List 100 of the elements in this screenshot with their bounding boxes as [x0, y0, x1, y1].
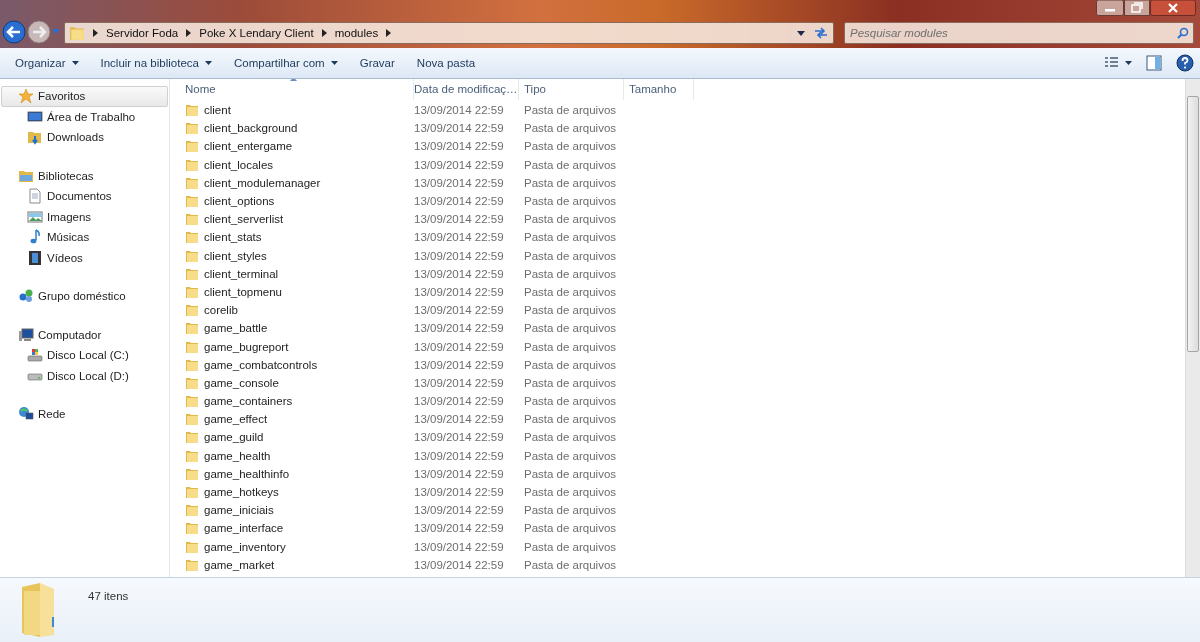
- type-cell-text: Pasta de arquivos: [523, 231, 618, 244]
- file-name[interactable]: client_terminal: [185, 266, 414, 281]
- file-name[interactable]: game_combatcontrols: [185, 357, 414, 372]
- sidebar-item[interactable]: Favoritos: [1, 86, 168, 107]
- toolbar-button[interactable]: Gravar: [350, 53, 404, 73]
- folder-icon: [185, 394, 199, 409]
- file-name[interactable]: game_bugreport: [185, 339, 414, 354]
- type-cell-text: Pasta de arquivos: [523, 322, 618, 335]
- folder-icon: [185, 357, 199, 372]
- folder-icon: [185, 485, 199, 500]
- date-cell-text: 13/09/2014 22:59: [414, 340, 505, 353]
- file-name[interactable]: game_guild: [185, 430, 414, 445]
- address-bar[interactable]: Servidor Foda Poke X Lendary Client modules: [64, 22, 834, 44]
- toolbar-button[interactable]: Nova pasta: [407, 53, 485, 73]
- toolbar-button[interactable]: Incluir na biblioteca: [91, 53, 221, 73]
- breadcrumb[interactable]: Poke X Lendary Client: [199, 27, 314, 39]
- refresh-icon[interactable]: [813, 25, 829, 41]
- file-name[interactable]: game_battle: [185, 321, 414, 336]
- chevron-icon: [386, 29, 392, 37]
- preview-pane-icon[interactable]: [1146, 55, 1162, 71]
- sidebar-item[interactable]: Disco Local (C:): [1, 345, 168, 366]
- type-cell-text: Pasta de arquivos: [523, 249, 618, 262]
- date-cell-text: 13/09/2014 22:59: [414, 267, 505, 280]
- folder-icon: [185, 266, 199, 281]
- type-cell-text: Pasta de arquivos: [523, 358, 618, 371]
- maximize-button[interactable]: [1124, 0, 1150, 16]
- column-header[interactable]: Nome: [185, 79, 414, 100]
- file-name[interactable]: client_background: [185, 121, 414, 136]
- sidebar-item[interactable]: Grupo doméstico: [1, 286, 168, 307]
- type-cell-text: Pasta de arquivos: [523, 467, 618, 480]
- sidebar-item[interactable]: Imagens: [1, 206, 168, 227]
- file-name[interactable]: client_entergame: [185, 139, 414, 154]
- sidebar-item[interactable]: Documentos: [1, 186, 168, 207]
- breadcrumb[interactable]: Servidor Foda: [106, 27, 179, 39]
- file-name[interactable]: corelib: [185, 303, 414, 318]
- forward-button[interactable]: [27, 20, 51, 44]
- file-name[interactable]: client_locales: [185, 157, 414, 172]
- file-name[interactable]: client_options: [185, 194, 414, 209]
- file-name[interactable]: game_console: [185, 375, 414, 390]
- item-count: 47 itens: [88, 590, 129, 604]
- type-cell-text: Pasta de arquivos: [523, 540, 618, 553]
- date-cell-text: 13/09/2014 22:59: [414, 376, 505, 389]
- column-header[interactable]: Tamanho: [624, 79, 694, 100]
- sidebar-item[interactable]: Bibliotecas: [1, 165, 168, 186]
- type-cell-text: Pasta de arquivos: [523, 449, 618, 462]
- folder-icon: [185, 557, 199, 572]
- sidebar-item[interactable]: Músicas: [1, 227, 168, 248]
- folder-download-icon: [27, 129, 43, 146]
- type-cell-text: Pasta de arquivos: [523, 340, 618, 353]
- file-name[interactable]: game_market: [185, 557, 414, 572]
- date-cell-text: 13/09/2014 22:59: [414, 558, 505, 571]
- sidebar-item[interactable]: Vídeos: [1, 247, 168, 268]
- file-name[interactable]: game_inventory: [185, 539, 414, 554]
- file-name[interactable]: client_topmenu: [185, 284, 414, 299]
- minimize-button[interactable]: [1096, 0, 1124, 16]
- date-cell-text: 13/09/2014 22:59: [414, 449, 505, 462]
- file-name[interactable]: client_serverlist: [185, 212, 414, 227]
- file-name[interactable]: game_containers: [185, 394, 414, 409]
- folder-icon: [185, 448, 199, 463]
- date-cell-text: 13/09/2014 22:59: [414, 486, 505, 499]
- column-header[interactable]: Data de modificaç…: [414, 79, 519, 100]
- toolbar-button[interactable]: Compartilhar com: [224, 53, 347, 73]
- sidebar-item[interactable]: Computador: [1, 324, 168, 345]
- type-cell-text: Pasta de arquivos: [523, 413, 618, 426]
- close-button[interactable]: [1150, 0, 1196, 16]
- breadcrumb[interactable]: modules: [334, 27, 379, 39]
- date-cell-text: 13/09/2014 22:59: [414, 249, 505, 262]
- date-cell-text: 13/09/2014 22:59: [414, 122, 505, 135]
- sidebar-item[interactable]: Área de Trabalho: [1, 106, 168, 127]
- type-cell-text: Pasta de arquivos: [523, 431, 618, 444]
- film-icon: [27, 249, 43, 266]
- file-name[interactable]: client_stats: [185, 230, 414, 245]
- file-name[interactable]: game_iniciais: [185, 503, 414, 518]
- scrollbar[interactable]: [1185, 79, 1200, 577]
- file-name[interactable]: client_modulemanager: [185, 175, 414, 190]
- file-name[interactable]: client: [185, 103, 414, 118]
- date-cell-text: 13/09/2014 22:59: [414, 322, 505, 335]
- sidebar-item[interactable]: Downloads: [1, 127, 168, 148]
- column-header[interactable]: Tipo: [519, 79, 624, 100]
- file-name[interactable]: game_health: [185, 448, 414, 463]
- file-name[interactable]: client_styles: [185, 248, 414, 263]
- toolbar-button[interactable]: Organizar: [6, 53, 88, 73]
- sidebar-item[interactable]: Disco Local (D:): [1, 365, 168, 386]
- file-name[interactable]: game_hotkeys: [185, 485, 414, 500]
- network-icon: [18, 406, 34, 423]
- file-name[interactable]: game_effect: [185, 412, 414, 427]
- chevron-icon: [186, 29, 192, 37]
- dropdown-caret-icon[interactable]: [797, 30, 805, 36]
- type-cell-text: Pasta de arquivos: [523, 158, 618, 171]
- back-button[interactable]: [2, 20, 26, 44]
- date-cell-text: 13/09/2014 22:59: [414, 285, 505, 298]
- date-cell-text: 13/09/2014 22:59: [414, 231, 505, 244]
- file-name[interactable]: game_healthinfo: [185, 466, 414, 481]
- date-cell-text: 13/09/2014 22:59: [414, 395, 505, 408]
- sidebar-item[interactable]: Rede: [1, 404, 168, 425]
- search-field[interactable]: Pesquisar modules: [844, 22, 1194, 44]
- scroll-thumb[interactable]: [1187, 96, 1199, 352]
- help-icon[interactable]: [1176, 54, 1194, 72]
- file-name[interactable]: game_interface: [185, 521, 414, 536]
- view-list-icon[interactable]: [1104, 56, 1132, 70]
